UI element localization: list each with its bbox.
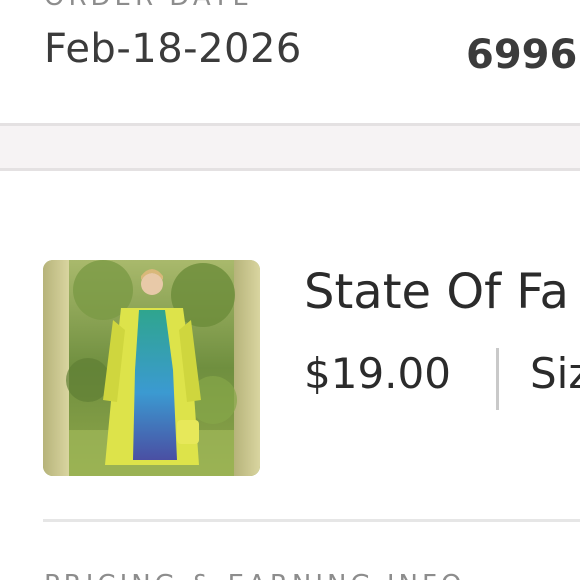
order-date-label: ORDER DATE [44, 0, 253, 10]
order-number-value: 6996 [466, 32, 578, 78]
order-detail-screen: ORDER DATE Feb-18-2026 6996 [0, 0, 580, 580]
product-size-label: Siz [530, 349, 580, 398]
product-price: $19.00 [304, 349, 451, 398]
product-title[interactable]: State Of Fa [304, 262, 569, 322]
item-divider [43, 519, 580, 522]
section-separator [0, 123, 580, 171]
order-date-value: Feb-18-2026 [44, 26, 302, 72]
price-size-divider [496, 348, 499, 410]
pricing-section-heading: PRICING & EARNING INFO [44, 570, 465, 580]
product-photo-icon [43, 260, 260, 476]
product-thumbnail[interactable] [43, 260, 260, 476]
